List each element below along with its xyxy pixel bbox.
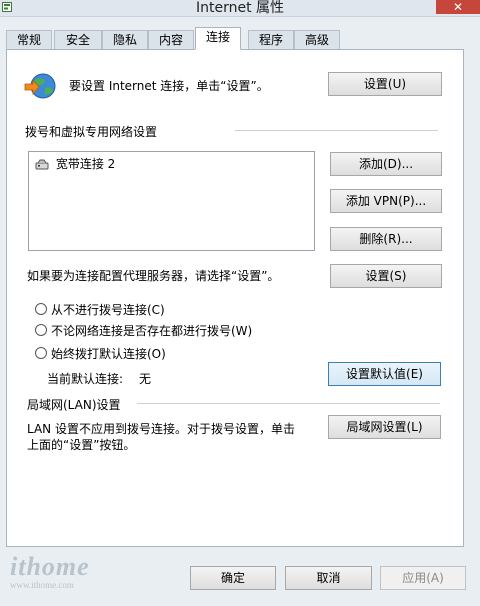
ok-button[interactable]: 确定 <box>190 566 276 590</box>
radio-always-dial[interactable] <box>35 324 47 336</box>
watermark-url: www.ithome.com <box>10 580 74 590</box>
cancel-button[interactable]: 取消 <box>285 566 372 590</box>
watermark-brand: ithome <box>10 552 90 581</box>
watermark-logo: ithome www.ithome.com <box>10 552 110 602</box>
remove-button[interactable]: 删除(R)... <box>330 227 442 251</box>
add-button[interactable]: 添加(D)... <box>330 152 442 176</box>
tab-connections[interactable]: 连接 <box>195 27 241 50</box>
tab-privacy[interactable]: 隐私 <box>102 30 148 49</box>
section-divider <box>235 130 438 131</box>
add-vpn-button[interactable]: 添加 VPN(P)... <box>330 189 442 213</box>
tab-advanced[interactable]: 高级 <box>294 30 340 49</box>
dialup-section-heading: 拨号和虚拟专用网络设置 <box>25 125 158 139</box>
radio-never-dial[interactable] <box>35 303 47 315</box>
current-default-value: 无 <box>139 372 152 386</box>
lan-settings-button[interactable]: 局域网设置(L) <box>328 415 441 439</box>
radio-never-dial-label: 从不进行拨号连接(C) <box>51 303 165 317</box>
close-button[interactable]: ✕ <box>436 0 480 14</box>
internet-globe-icon <box>24 73 56 99</box>
apply-button[interactable]: 应用(A) <box>380 566 466 590</box>
tab-content[interactable]: 内容 <box>148 30 194 49</box>
lan-text-line1: LAN 设置不应用到拨号连接。对于拨号设置，单击 <box>27 422 295 436</box>
modem-icon <box>35 159 49 170</box>
lan-divider <box>137 403 440 404</box>
tab-general[interactable]: 常规 <box>6 30 52 49</box>
proxy-settings-button[interactable]: 设置(S) <box>330 264 442 288</box>
connections-list[interactable]: 宽带连接 2 <box>28 151 315 251</box>
connection-name: 宽带连接 2 <box>55 157 116 171</box>
list-item[interactable]: 宽带连接 2 <box>35 156 115 172</box>
current-default-label: 当前默认连接: <box>47 372 124 386</box>
tab-security[interactable]: 安全 <box>54 30 102 49</box>
window-title: Internet 属性 <box>195 0 285 16</box>
tab-programs[interactable]: 程序 <box>248 30 294 49</box>
set-default-button[interactable]: 设置默认值(E) <box>328 362 441 386</box>
radio-default-connection-label: 始终拨打默认连接(O) <box>51 347 166 361</box>
lan-section-heading: 局域网(LAN)设置 <box>27 398 121 412</box>
radio-always-dial-label: 不论网络连接是否存在都进行拨号(W) <box>51 324 253 338</box>
proxy-text: 如果要为连接配置代理服务器，请选择“设置”。 <box>27 269 280 283</box>
lan-text-line2: 上面的“设置”按钮。 <box>27 438 136 452</box>
title-bar: Internet 属性 ✕ <box>0 0 480 17</box>
connections-panel: 要设置 Internet 连接，单击“设置”。 设置(U) 拨号和虚拟专用网络设… <box>6 49 464 547</box>
radio-default-connection[interactable] <box>35 347 47 359</box>
setup-text: 要设置 Internet 连接，单击“设置”。 <box>69 79 269 93</box>
setup-button[interactable]: 设置(U) <box>328 72 442 96</box>
